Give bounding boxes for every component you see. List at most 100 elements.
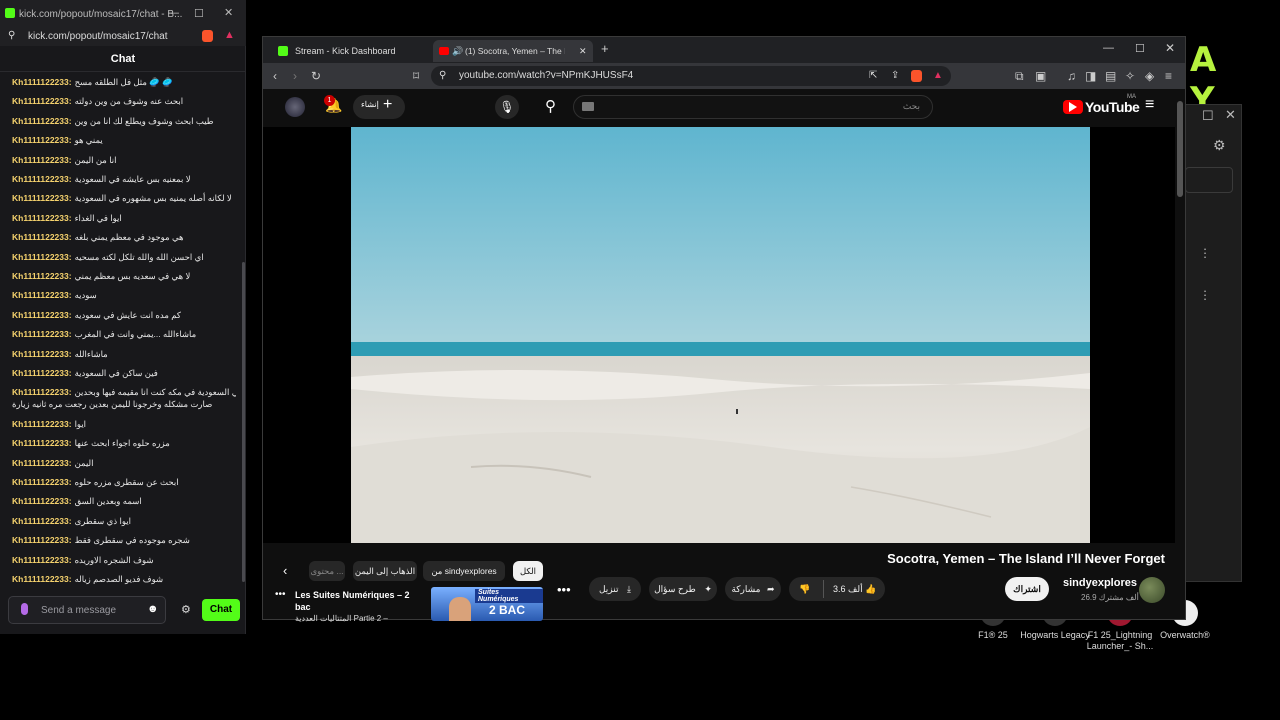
emoji-icon[interactable]: ☻ — [147, 603, 159, 615]
download-button[interactable]: تنزيل ⤓ — [589, 577, 641, 601]
keyboard-icon[interactable] — [582, 102, 594, 111]
chat-username[interactable]: Kh1111122233: — [12, 310, 72, 320]
guide-menu-icon[interactable]: ≡ — [1145, 96, 1154, 114]
chat-username[interactable]: Kh1111122233: — [12, 174, 72, 184]
new-tab-icon[interactable]: + — [601, 41, 609, 56]
add-user-icon[interactable]: ⚙ — [1213, 137, 1226, 154]
message-input[interactable]: Send a message ☻ — [8, 596, 166, 624]
youtube-logo[interactable]: YouTube MA — [1063, 94, 1140, 117]
search-input[interactable]: بحث — [573, 95, 933, 119]
url-bar[interactable]: ⚲ kick.com/popout/mosaic17/chat ▲ — [0, 28, 246, 46]
close-icon[interactable]: ✕ — [224, 6, 233, 19]
chevron-left-icon[interactable]: ‹ — [283, 563, 287, 578]
vpn-icon[interactable]: ◈ — [1145, 63, 1154, 89]
chat-username[interactable]: Kh1111122233: — [12, 419, 72, 429]
page-scrollbar[interactable] — [1177, 101, 1183, 197]
recommendation-title[interactable]: Les Suites Numériques – 2 bac المتتاليات… — [295, 589, 425, 625]
chat-username[interactable]: Kh1111122233: — [12, 349, 72, 359]
brave-shield-icon[interactable] — [911, 70, 922, 82]
audio-playing-icon[interactable]: 🔊 — [452, 40, 463, 62]
chat-username[interactable]: Kh1111122233: — [12, 458, 72, 468]
dislike-icon[interactable]: 👎 — [799, 577, 810, 601]
avatar[interactable] — [285, 97, 305, 117]
chat-username[interactable]: Kh1111122233: — [12, 368, 72, 378]
site-settings-icon[interactable]: ⚲ — [8, 30, 15, 41]
rewards-icon[interactable]: ▲ — [933, 66, 943, 86]
chat-username[interactable]: Kh1111122233: — [12, 555, 72, 565]
chat-username[interactable]: Kh1111122233: — [12, 290, 72, 300]
search-icon[interactable]: ⚲ — [545, 97, 556, 115]
address-bar: ‹ › ↻ ⌑ ⚲ youtube.com/watch?v=NPmKJHUSsF… — [263, 63, 1185, 89]
reload-icon[interactable]: ↻ — [311, 63, 321, 89]
chat-username[interactable]: Kh1111122233: — [12, 193, 72, 203]
rewards-icon[interactable]: ▲ — [224, 29, 235, 41]
chat-username[interactable]: Kh1111122233: — [12, 438, 72, 448]
chat-username[interactable]: Kh1111122233: — [12, 496, 72, 506]
extensions-icon[interactable]: ⧉ — [1015, 63, 1024, 89]
recommendation-menu-icon[interactable]: ••• — [275, 589, 286, 600]
chat-username[interactable]: Kh1111122233: — [12, 535, 72, 545]
maximize-icon[interactable]: ☐ — [194, 7, 204, 20]
chip-more[interactable]: محتوى ... — [309, 561, 345, 581]
sidebar-icon[interactable]: ◨ — [1085, 63, 1096, 89]
maximize-icon[interactable]: ☐ — [1135, 42, 1145, 55]
maximize-icon[interactable]: ☐ — [1202, 108, 1214, 124]
chat-username[interactable]: Kh1111122233: — [12, 116, 72, 126]
site-settings-icon[interactable]: ⚲ — [439, 66, 446, 86]
tab-youtube-video[interactable]: 🔊 (1) Socotra, Yemen – The Island ✕ — [433, 40, 593, 62]
wallet-icon[interactable]: ▤ — [1105, 63, 1116, 89]
recommendation-thumbnail[interactable]: Suites Numériques 2 BAC — [431, 587, 543, 621]
background-input[interactable] — [1185, 167, 1233, 193]
close-icon[interactable]: ✕ — [1165, 41, 1175, 55]
back-icon[interactable]: ‹ — [273, 63, 277, 89]
like-icon[interactable]: 👍 — [865, 577, 876, 601]
music-icon[interactable]: ♫ — [1067, 63, 1076, 89]
chat-username[interactable]: Kh1111122233: — [12, 477, 72, 487]
chat-username[interactable]: Kh1111122233: — [12, 77, 72, 87]
chat-username[interactable]: Kh1111122233: — [12, 135, 72, 145]
chip-all[interactable]: الكل — [513, 561, 543, 581]
microphone-icon[interactable] — [21, 603, 28, 615]
chat-username[interactable]: Kh1111122233: — [12, 516, 72, 526]
chat-username[interactable]: Kh1111122233: — [12, 155, 72, 165]
minimize-icon[interactable]: — — [1103, 42, 1114, 54]
like-count[interactable]: 3.6 ألف — [833, 577, 863, 601]
media-icon[interactable]: ▣ — [1035, 63, 1046, 89]
close-tab-icon[interactable]: ✕ — [579, 40, 587, 62]
ask-button[interactable]: طرح سؤال ✦ — [649, 577, 717, 601]
chat-username[interactable]: Kh1111122233: — [12, 232, 72, 242]
channel-avatar[interactable] — [1139, 577, 1165, 603]
chip-from-channel[interactable]: من sindyexplores — [423, 561, 505, 581]
create-button[interactable]: إنشاء + — [353, 95, 405, 119]
channel-name[interactable]: sindyexplores — [1063, 577, 1137, 589]
subscribe-button[interactable]: اشتراك — [1005, 577, 1049, 601]
send-chat-button[interactable]: Chat — [202, 599, 240, 621]
chat-scrollbar[interactable] — [242, 262, 245, 582]
chip-yemen[interactable]: الذهاب إلى اليمن — [353, 561, 417, 581]
voice-search-icon[interactable]: 🎙 — [495, 95, 519, 119]
more-actions-icon[interactable]: ••• — [557, 582, 571, 597]
settings-icon[interactable]: ⚙ — [181, 603, 191, 616]
chat-username[interactable]: Kh1111122233: — [12, 387, 72, 397]
share-button[interactable]: مشاركة ➦ — [725, 577, 781, 601]
chat-username[interactable]: Kh1111122233: — [12, 213, 72, 223]
open-in-app-icon[interactable]: ⇱ — [869, 66, 877, 86]
close-icon[interactable]: ✕ — [1225, 107, 1236, 123]
video-player[interactable] — [263, 127, 1175, 543]
more-options-icon[interactable]: · · · — [1201, 242, 1209, 263]
forward-icon[interactable]: › — [293, 63, 297, 89]
chat-username[interactable]: Kh1111122233: — [12, 271, 72, 281]
tab-kick-dashboard[interactable]: Stream - Kick Dashboard — [269, 40, 429, 62]
menu-icon[interactable]: ≡ — [1165, 63, 1172, 89]
brave-shield-icon[interactable] — [202, 30, 213, 42]
share-icon[interactable]: ⇪ — [891, 66, 899, 86]
chat-username[interactable]: Kh1111122233: — [12, 96, 72, 106]
chat-username[interactable]: Kh1111122233: — [12, 574, 72, 584]
url-input[interactable]: ⚲ youtube.com/watch?v=NPmKJHUSsF4 ⇱ ⇪ ▲ — [431, 66, 951, 86]
bookmark-icon[interactable]: ⌑ — [413, 63, 419, 89]
chat-username[interactable]: Kh1111122233: — [12, 329, 72, 339]
chat-username[interactable]: Kh1111122233: — [12, 252, 72, 262]
minimize-icon[interactable]: — — [168, 7, 179, 19]
more-options-icon[interactable]: · · · — [1201, 284, 1209, 305]
leo-ai-icon[interactable]: ✧ — [1125, 63, 1135, 89]
